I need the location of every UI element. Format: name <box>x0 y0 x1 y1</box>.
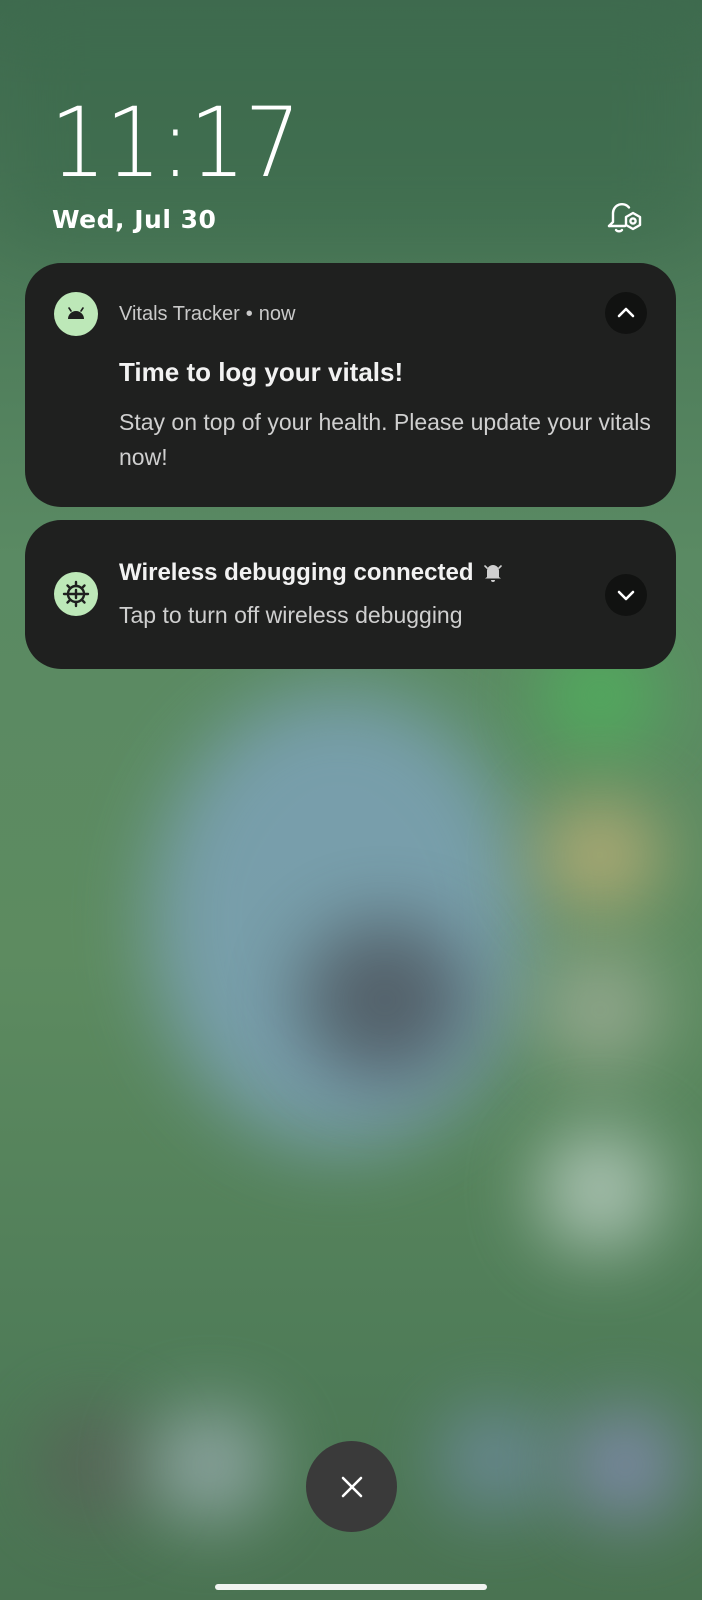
bell-settings-icon[interactable] <box>603 196 647 240</box>
android-head-icon <box>54 292 98 336</box>
collapse-button[interactable] <box>605 292 647 334</box>
notification-body: Stay on top of your health. Please updat… <box>119 409 651 470</box>
chevron-down-icon <box>617 590 635 601</box>
notification-body: Tap to turn off wireless debugging <box>119 602 463 628</box>
expand-button[interactable] <box>605 574 647 616</box>
debug-gear-icon <box>54 572 98 616</box>
navigation-handle[interactable] <box>215 1584 487 1590</box>
lockscreen-date: Wed, Jul 30 <box>52 205 217 234</box>
notification-title: Time to log your vitals! <box>119 357 404 387</box>
notification-title: Wireless debugging connected <box>119 559 504 587</box>
close-icon <box>341 1476 362 1497</box>
app-name: Vitals Tracker <box>119 303 240 325</box>
dismiss-all-button[interactable] <box>306 1441 397 1532</box>
wallpaper-background <box>0 0 702 1600</box>
notification-time: now <box>258 303 296 325</box>
chevron-up-icon <box>617 307 635 318</box>
header-separator: • <box>245 303 253 325</box>
notification-vitals-tracker[interactable]: Vitals Tracker • now Time to log your vita… <box>25 263 676 507</box>
notification-wireless-debugging[interactable]: Wireless debugging connected Tap to turn… <box>25 520 676 669</box>
notification-title-text: Wireless debugging connected <box>119 559 474 586</box>
notification-header: Vitals Tracker • now <box>119 303 296 326</box>
bell-alert-icon <box>482 561 504 583</box>
lockscreen-clock: 11:17 <box>50 87 301 199</box>
